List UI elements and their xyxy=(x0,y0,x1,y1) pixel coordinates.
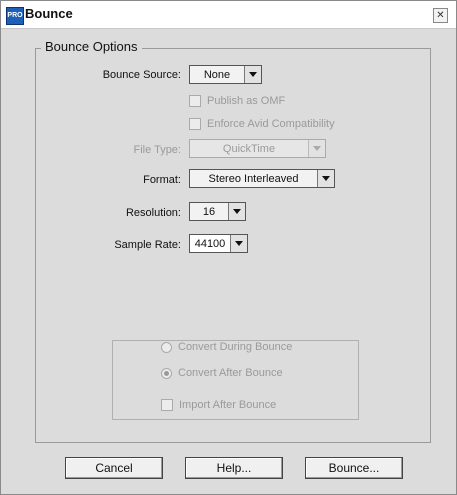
close-icon[interactable]: ✕ xyxy=(433,8,448,23)
bounce-button[interactable]: Bounce... xyxy=(305,457,403,479)
convert-after-label: Convert After Bounce xyxy=(178,367,283,379)
checkbox-icon xyxy=(189,95,201,107)
file-type-value: QuickTime xyxy=(222,142,276,155)
bounce-source-label: Bounce Source: xyxy=(102,69,181,81)
enforce-avid-checkbox[interactable]: Enforce Avid Compatibility xyxy=(189,118,335,130)
publish-omf-checkbox[interactable]: Publish as OMF xyxy=(189,95,285,107)
cancel-button[interactable]: Cancel xyxy=(65,457,163,479)
format-value: Stereo Interleaved xyxy=(208,172,299,185)
enforce-avid-label: Enforce Avid Compatibility xyxy=(207,118,335,130)
radio-icon xyxy=(161,341,172,353)
chevron-down-icon xyxy=(308,140,325,157)
file-type-label: File Type: xyxy=(133,144,182,156)
checkbox-icon xyxy=(161,399,173,411)
sample-rate-select[interactable]: 44100 xyxy=(189,234,248,253)
convert-after-radio[interactable]: Convert After Bounce xyxy=(161,367,283,379)
sample-rate-label: Sample Rate: xyxy=(114,239,181,251)
convert-during-label: Convert During Bounce xyxy=(178,341,293,353)
import-after-label: Import After Bounce xyxy=(179,399,277,411)
format-label: Format: xyxy=(143,174,181,186)
publish-omf-label: Publish as OMF xyxy=(207,95,286,107)
title-bar[interactable]: PRO Bounce ✕ xyxy=(1,1,456,29)
import-after-checkbox[interactable]: Import After Bounce xyxy=(161,399,276,411)
bounce-source-value: None xyxy=(203,68,231,81)
chevron-down-icon xyxy=(317,170,334,187)
radio-selected-icon xyxy=(161,367,172,379)
bounce-dialog: PRO Bounce ✕ Bounce Options Bounce Sourc… xyxy=(0,0,457,495)
window-title: Bounce xyxy=(25,6,73,21)
bounce-source-select[interactable]: None xyxy=(189,65,262,84)
resolution-value: 16 xyxy=(202,205,216,218)
sample-rate-value: 44100 xyxy=(194,237,226,250)
checkbox-icon xyxy=(189,118,201,130)
file-type-select[interactable]: QuickTime xyxy=(189,139,326,158)
group-label: Bounce Options xyxy=(41,39,142,54)
chevron-down-icon xyxy=(244,66,261,83)
help-button[interactable]: Help... xyxy=(185,457,283,479)
app-icon: PRO xyxy=(6,7,24,25)
resolution-select[interactable]: 16 xyxy=(189,202,246,221)
resolution-label: Resolution: xyxy=(125,207,181,219)
convert-during-radio[interactable]: Convert During Bounce xyxy=(161,341,292,353)
chevron-down-icon xyxy=(228,203,245,220)
chevron-down-icon xyxy=(230,235,247,252)
format-select[interactable]: Stereo Interleaved xyxy=(189,169,335,188)
